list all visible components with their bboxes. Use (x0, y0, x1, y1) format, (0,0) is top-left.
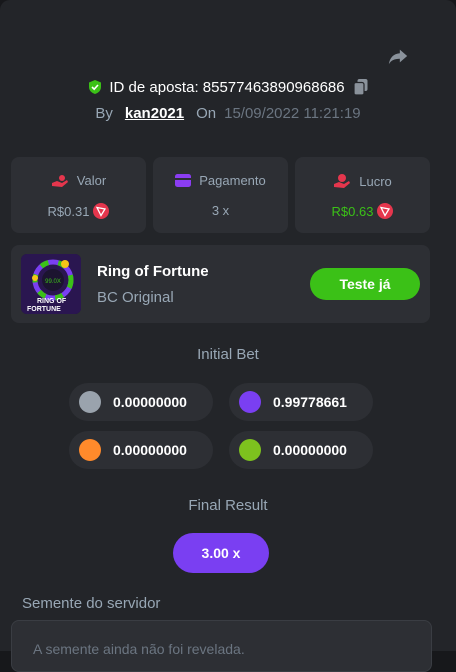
thumb-text-1: RING OF (37, 298, 67, 305)
author-row: By kan2021 On 15/09/2022 11:21:19 (0, 102, 456, 124)
stat-pagamento-value: 3 x (211, 203, 230, 218)
stat-pagamento-label: Pagamento (199, 173, 266, 188)
share-icon[interactable] (387, 45, 409, 67)
initial-bet-amount: 0.00000000 (273, 442, 347, 458)
bet-id-text: ID de aposta: 85577463890968686 (109, 78, 345, 96)
thumb-text-2: FORTUNE (27, 306, 61, 313)
thumb-multiplier: 99.0X (45, 279, 61, 285)
stat-lucro-value: R$0.63 (331, 203, 374, 219)
initial-bet-title: Initial Bet (197, 346, 259, 363)
bet-detail-panel: ID de aposta: 85577463890968686 By kan20… (0, 0, 456, 672)
currency-dot-icon (79, 391, 101, 413)
currency-dot-icon (79, 439, 101, 461)
stat-valor-label: Valor (76, 173, 107, 188)
server-seed-box: A semente ainda não foi revelada. (11, 620, 432, 672)
on-label: On (196, 104, 217, 122)
initial-bet-amount: 0.00000000 (113, 394, 187, 410)
initial-bet-amount: 0.99778661 (273, 394, 347, 410)
currency-dot-icon (239, 391, 261, 413)
game-subtitle: BC Original (97, 289, 174, 306)
copy-icon[interactable] (353, 78, 369, 96)
by-label: By (95, 104, 113, 122)
username-link[interactable]: kan2021 (125, 105, 184, 122)
bet-date: 15/09/2022 11:21:19 (224, 104, 361, 122)
game-title[interactable]: Ring of Fortune (97, 263, 209, 280)
trx-coin-icon (93, 203, 110, 219)
stat-pagamento: Pagamento 3 x (153, 157, 288, 233)
stat-valor-value: R$0.31 (47, 203, 90, 219)
try-now-button[interactable]: Teste já (310, 268, 420, 300)
final-result-value: 3.00 x (173, 533, 269, 573)
trx-coin-icon (377, 203, 394, 219)
initial-bet-item: 0.00000000 (229, 431, 373, 469)
initial-bet-amount: 0.00000000 (113, 442, 187, 458)
bet-id-row: ID de aposta: 85577463890968686 (0, 76, 456, 98)
initial-bet-item: 0.00000000 (69, 383, 213, 421)
initial-bet-item: 0.00000000 (69, 431, 213, 469)
final-result-title: Final Result (188, 497, 268, 514)
profit-hand-icon (334, 174, 351, 188)
initial-bet-item: 0.99778661 (229, 383, 373, 421)
stat-valor: Valor R$0.31 (11, 157, 146, 233)
wallet-icon (175, 174, 192, 187)
stat-lucro: Lucro R$0.63 (295, 157, 430, 233)
game-card: 99.0X RING OF FORTUNE Ring of Fortune BC… (11, 245, 430, 323)
money-hand-icon (51, 174, 68, 187)
currency-dot-icon (239, 439, 261, 461)
stat-lucro-label: Lucro (359, 173, 392, 189)
game-thumbnail[interactable]: 99.0X RING OF FORTUNE (21, 254, 81, 314)
server-seed-text: A semente ainda não foi revelada. (33, 641, 245, 657)
server-seed-label: Semente do servidor (22, 595, 161, 612)
ring-of-fortune-logo-icon: 99.0X RING OF FORTUNE (21, 254, 81, 314)
shield-check-icon (89, 80, 102, 94)
